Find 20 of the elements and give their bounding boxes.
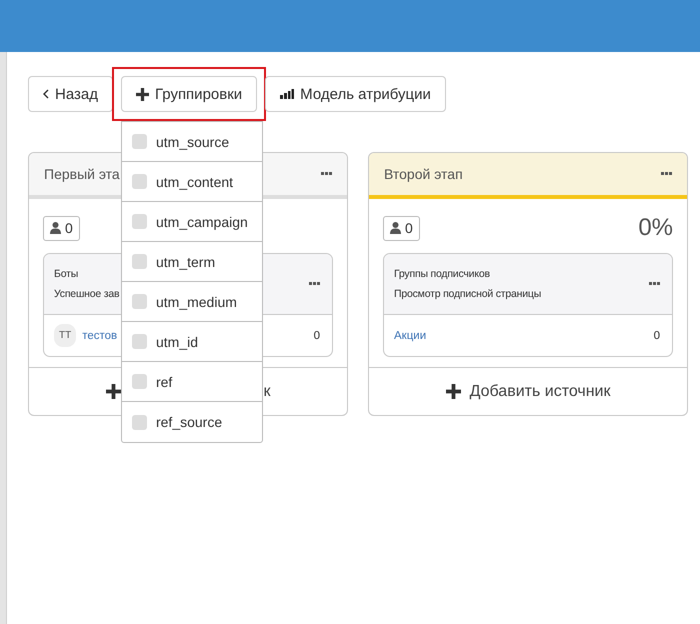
avatar-initials: ТТ bbox=[54, 324, 76, 347]
menu-item-label: utm_source bbox=[156, 134, 230, 150]
menu-item-label: utm_campaign bbox=[156, 214, 248, 230]
menu-item-label: utm_id bbox=[156, 334, 198, 350]
menu-item-label: utm_medium bbox=[156, 294, 237, 310]
source-count: 0 bbox=[654, 330, 660, 342]
source-title: Боты bbox=[54, 267, 80, 282]
source-count: 0 bbox=[314, 330, 320, 342]
menu-item-label: ref bbox=[156, 374, 172, 390]
menu-item-label: ref_source bbox=[156, 414, 222, 430]
source-title: Группы подписчиков bbox=[394, 267, 491, 282]
menu-item-label: utm_term bbox=[156, 254, 216, 270]
menu-item-label: utm_content bbox=[156, 174, 234, 190]
count-badge: 0 bbox=[43, 216, 80, 240]
count-badge: 0 bbox=[383, 216, 420, 240]
conversion-percent: 0% bbox=[638, 214, 673, 242]
source-event: Просмотр подписной страницы bbox=[394, 287, 542, 302]
source-event: Успешное зав bbox=[54, 287, 120, 302]
stage-title: Первый эта bbox=[44, 166, 120, 182]
stage-title: Второй этап bbox=[384, 166, 463, 182]
